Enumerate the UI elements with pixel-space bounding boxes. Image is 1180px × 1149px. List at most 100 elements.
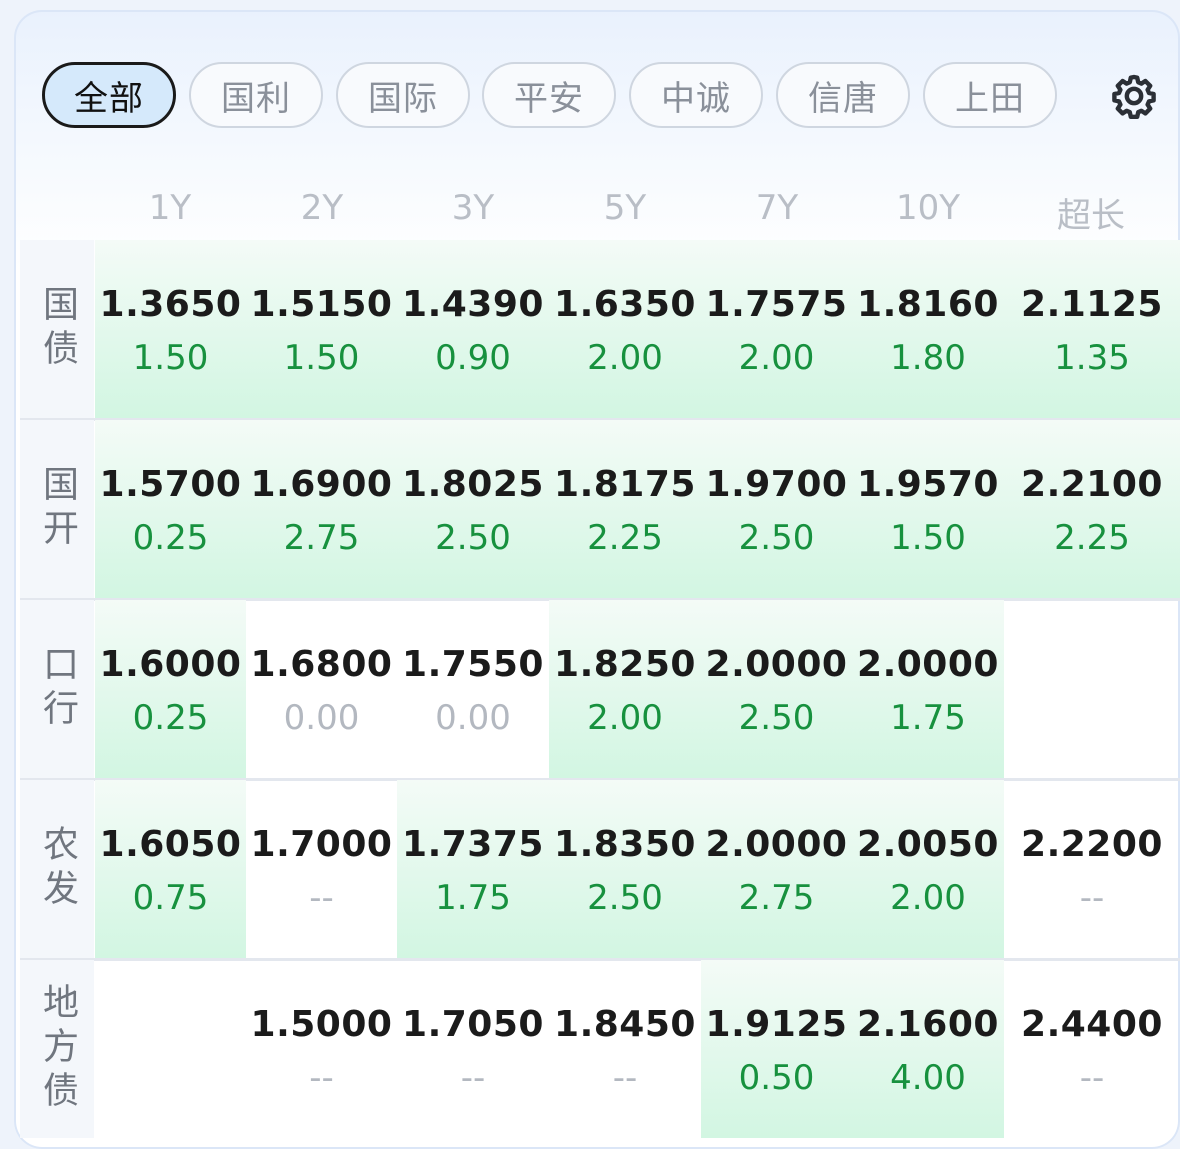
change-value: 1.80 — [890, 338, 966, 378]
row-label[interactable]: 口行 — [20, 600, 94, 778]
quote-cell[interactable]: 2.0000 1.75 — [852, 600, 1004, 778]
row-label[interactable]: 农发 — [20, 780, 94, 958]
change-value: 2.75 — [283, 518, 360, 558]
column-header[interactable]: 5Y — [550, 188, 700, 228]
yield-value: 1.6000 — [99, 644, 242, 685]
yield-value: 1.7550 — [402, 644, 544, 685]
quote-cell[interactable]: 2.2100 2.25 — [1004, 420, 1180, 598]
quote-cell[interactable]: 2.2200 -- — [1004, 780, 1180, 958]
tab-0[interactable]: 全部 — [42, 62, 176, 128]
quote-cell[interactable]: 1.7000 -- — [246, 780, 397, 958]
column-header[interactable]: 1Y — [95, 188, 245, 228]
change-value: 1.50 — [283, 338, 360, 378]
tab-3[interactable]: 平安 — [482, 62, 616, 128]
yield-value: 2.0050 — [857, 824, 999, 865]
quote-cell[interactable]: 1.3650 1.50 — [95, 240, 246, 418]
change-value: 1.50 — [132, 338, 209, 378]
column-header[interactable]: 2Y — [247, 188, 397, 228]
change-value: 4.00 — [890, 1058, 966, 1098]
quote-cell[interactable]: 1.8160 1.80 — [852, 240, 1004, 418]
yield-value: 1.8450 — [554, 1004, 696, 1045]
tab-1[interactable]: 国利 — [189, 62, 323, 128]
quote-cell[interactable]: 2.1600 4.00 — [852, 960, 1004, 1138]
quote-cell[interactable]: 2.0050 2.00 — [852, 780, 1004, 958]
gear-icon[interactable] — [1110, 72, 1158, 120]
yield-value: 1.7375 — [402, 824, 544, 865]
quote-cell[interactable] — [1004, 600, 1180, 778]
yield-value: 2.1125 — [1021, 284, 1163, 325]
tab-5[interactable]: 信唐 — [776, 62, 910, 128]
yield-value: 1.6900 — [250, 464, 393, 505]
quote-cell[interactable]: 1.8175 2.25 — [549, 420, 701, 598]
quote-cell[interactable]: 1.9125 0.50 — [701, 960, 852, 1138]
quote-cell[interactable]: 1.8350 2.50 — [549, 780, 701, 958]
change-value: -- — [612, 1058, 638, 1098]
quote-cell[interactable]: 1.6000 0.25 — [95, 600, 246, 778]
column-header[interactable]: 10Y — [853, 188, 1003, 228]
change-value: -- — [1079, 878, 1105, 918]
change-value: 2.00 — [587, 338, 663, 378]
row-label[interactable]: 地方债 — [20, 960, 94, 1138]
tab-6[interactable]: 上田 — [923, 62, 1057, 128]
row-label[interactable]: 国债 — [20, 240, 94, 418]
yield-value: 1.5700 — [99, 464, 242, 505]
quote-cell[interactable]: 1.7375 1.75 — [397, 780, 549, 958]
yield-value: 2.0000 — [857, 644, 999, 685]
quote-cell[interactable]: 1.6350 2.00 — [549, 240, 701, 418]
tab-2[interactable]: 国际 — [336, 62, 470, 128]
yield-value: 1.7050 — [402, 1004, 544, 1045]
change-value: 1.35 — [1054, 338, 1130, 378]
row-label[interactable]: 国开 — [20, 420, 94, 598]
yield-value: 1.6050 — [99, 824, 242, 865]
quote-cell[interactable]: 1.5700 0.25 — [95, 420, 246, 598]
yield-value: 1.5000 — [250, 1004, 393, 1045]
quote-cell[interactable]: 2.4400 -- — [1004, 960, 1180, 1138]
change-value: 2.00 — [890, 878, 966, 918]
quote-cell[interactable]: 1.7575 2.00 — [701, 240, 852, 418]
yield-value: 1.9700 — [705, 464, 848, 505]
change-value: 2.00 — [587, 698, 663, 738]
quote-cell[interactable]: 2.0000 2.50 — [701, 600, 852, 778]
quote-cell[interactable]: 1.4390 0.90 — [397, 240, 549, 418]
yield-value: 1.7575 — [705, 284, 848, 325]
quote-cell[interactable]: 1.7050 -- — [397, 960, 549, 1138]
change-value: 2.50 — [435, 518, 511, 558]
change-value: 0.90 — [435, 338, 511, 378]
yield-value: 2.4400 — [1021, 1004, 1163, 1045]
yield-value: 1.5150 — [250, 284, 393, 325]
change-value: -- — [460, 1058, 486, 1098]
change-value: 1.75 — [435, 878, 511, 918]
change-value: 0.50 — [738, 1058, 815, 1098]
quote-cell[interactable]: 1.5150 1.50 — [246, 240, 397, 418]
yield-value: 1.4390 — [402, 284, 544, 325]
yield-value: 2.0000 — [705, 824, 848, 865]
quote-cell[interactable]: 2.1125 1.35 — [1004, 240, 1180, 418]
quote-cell[interactable]: 1.7550 0.00 — [397, 600, 549, 778]
change-value: -- — [309, 878, 334, 918]
bond-quote-card: 全部 国利 国际 平安 中诚 信唐 上田 1Y 2Y 3Y 5Y 7Y 10Y 超长 国债 1.3650 1… — [14, 10, 1180, 1149]
quote-cell[interactable]: 1.9570 1.50 — [852, 420, 1004, 598]
quote-cell[interactable]: 1.5000 -- — [246, 960, 397, 1138]
quote-cell[interactable]: 1.9700 2.50 — [701, 420, 852, 598]
change-value: 2.00 — [738, 338, 815, 378]
quote-cell[interactable]: 1.8025 2.50 — [397, 420, 549, 598]
yield-value: 1.9570 — [857, 464, 999, 505]
column-header[interactable]: 7Y — [702, 188, 852, 228]
tab-4[interactable]: 中诚 — [629, 62, 763, 128]
change-value: -- — [309, 1058, 334, 1098]
quote-cell[interactable]: 1.6050 0.75 — [95, 780, 246, 958]
quote-cell[interactable]: 1.8250 2.00 — [549, 600, 701, 778]
yield-value: 2.2100 — [1021, 464, 1163, 505]
quote-cell[interactable]: 1.8450 -- — [549, 960, 701, 1138]
column-header[interactable]: 3Y — [398, 188, 548, 228]
yield-value: 2.2200 — [1021, 824, 1163, 865]
column-header[interactable]: 超长 — [1016, 188, 1166, 237]
change-value: 2.50 — [738, 698, 815, 738]
quote-cell[interactable]: 1.6800 0.00 — [246, 600, 397, 778]
quote-cell[interactable]: 1.6900 2.75 — [246, 420, 397, 598]
yield-value: 1.8175 — [554, 464, 696, 505]
yield-value: 1.9125 — [705, 1004, 848, 1045]
quote-cell[interactable]: 2.0000 2.75 — [701, 780, 852, 958]
yield-value: 2.1600 — [857, 1004, 999, 1045]
quote-cell[interactable] — [95, 960, 246, 1138]
